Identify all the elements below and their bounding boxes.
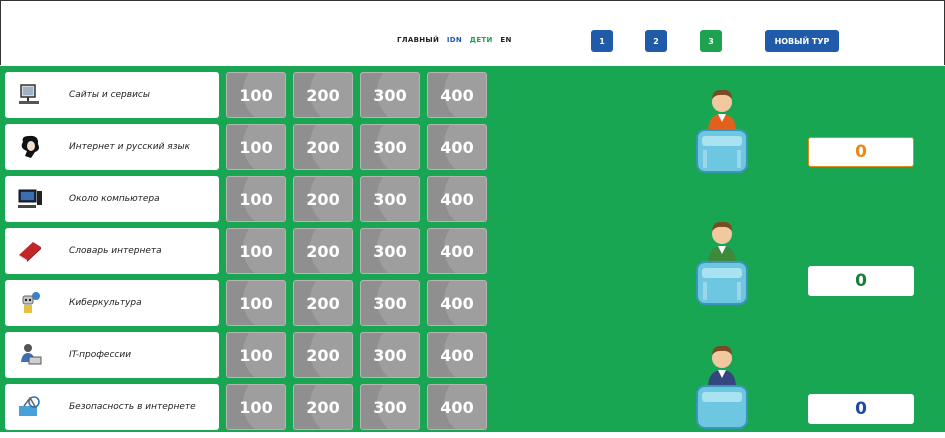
round-1-button[interactable]: 1	[591, 30, 613, 52]
tile-value: 100	[239, 189, 273, 209]
tile-value: 200	[306, 137, 340, 157]
question-tile[interactable]: 200	[293, 228, 353, 274]
tile-value: 200	[306, 241, 340, 261]
category-label: Безопасность в интернете	[69, 402, 196, 412]
tile-value: 200	[306, 85, 340, 105]
robot-icon	[15, 288, 45, 318]
question-tile[interactable]: 200	[293, 124, 353, 170]
nav-kids-link[interactable]: ДЕТИ	[470, 36, 493, 44]
tile-value: 300	[373, 137, 407, 157]
nav-idn-link[interactable]: IDN	[447, 36, 462, 44]
user-at-laptop-icon	[15, 340, 45, 370]
question-tile[interactable]: 400	[427, 72, 487, 118]
question-tile[interactable]: 400	[427, 228, 487, 274]
tile-value: 100	[239, 293, 273, 313]
question-tile[interactable]: 200	[293, 384, 353, 430]
question-tile[interactable]: 400	[427, 384, 487, 430]
question-tile[interactable]: 300	[360, 72, 420, 118]
question-tile[interactable]: 100	[226, 124, 286, 170]
tile-value: 200	[306, 293, 340, 313]
top-bar: ГЛАВНЫЙ IDN ДЕТИ EN 1 2 3 НОВЫЙ ТУР	[0, 0, 945, 66]
tile-value: 200	[306, 189, 340, 209]
question-tile[interactable]: 100	[226, 332, 286, 378]
question-tile[interactable]: 400	[427, 280, 487, 326]
category-row: Безопасность в интернете	[5, 384, 219, 430]
tile-value: 400	[440, 397, 474, 417]
question-tile[interactable]: 300	[360, 280, 420, 326]
red-book-icon	[15, 236, 45, 266]
question-tile[interactable]: 100	[226, 228, 286, 274]
question-tile[interactable]: 200	[293, 332, 353, 378]
category-row: Киберкультура	[5, 280, 219, 326]
question-tile[interactable]: 400	[427, 124, 487, 170]
player-2-avatar	[695, 218, 749, 310]
tile-value: 300	[373, 345, 407, 365]
question-tile[interactable]: 100	[226, 280, 286, 326]
question-tile[interactable]: 400	[427, 176, 487, 222]
category-row: Словарь интернета	[5, 228, 219, 274]
tile-value: 400	[440, 189, 474, 209]
nav-en-link[interactable]: EN	[500, 36, 511, 44]
question-tile[interactable]: 200	[293, 72, 353, 118]
language-nav: ГЛАВНЫЙ IDN ДЕТИ EN	[397, 36, 517, 44]
tile-value: 100	[239, 85, 273, 105]
category-label: Интернет и русский язык	[69, 142, 191, 152]
category-label: IT-профессии	[69, 350, 132, 360]
round-2-button[interactable]: 2	[645, 30, 667, 52]
tile-value: 300	[373, 85, 407, 105]
category-label: Сайты и сервисы	[69, 90, 150, 100]
question-tile[interactable]: 100	[226, 176, 286, 222]
player-3-score: 0	[808, 394, 914, 424]
question-tile[interactable]: 400	[427, 332, 487, 378]
tile-value: 400	[440, 137, 474, 157]
question-tile[interactable]: 100	[226, 384, 286, 430]
category-label: Киберкультура	[69, 298, 142, 308]
question-tile[interactable]: 300	[360, 384, 420, 430]
player-3-avatar	[695, 342, 749, 434]
category-row: IT-профессии	[5, 332, 219, 378]
tile-value: 200	[306, 397, 340, 417]
question-tile[interactable]: 200	[293, 176, 353, 222]
category-label: Словарь интернета	[69, 246, 162, 256]
tile-value: 400	[440, 85, 474, 105]
tile-value: 300	[373, 293, 407, 313]
tile-value: 100	[239, 397, 273, 417]
pushkin-portrait-icon	[15, 132, 45, 162]
tile-value: 300	[373, 241, 407, 261]
question-tile[interactable]: 300	[360, 228, 420, 274]
tile-value: 100	[239, 345, 273, 365]
question-tile[interactable]: 300	[360, 124, 420, 170]
player-1-avatar	[695, 86, 749, 178]
computer-monitor-icon	[15, 80, 45, 110]
category-row: Интернет и русский язык	[5, 124, 219, 170]
question-tile[interactable]: 300	[360, 332, 420, 378]
tile-value: 400	[440, 345, 474, 365]
question-tile[interactable]: 300	[360, 176, 420, 222]
tile-value: 400	[440, 293, 474, 313]
question-tile[interactable]: 200	[293, 280, 353, 326]
desktop-pc-icon	[15, 184, 45, 214]
question-tile[interactable]: 100	[226, 72, 286, 118]
tile-value: 300	[373, 189, 407, 209]
player-1-score: 0	[808, 137, 914, 167]
category-row: Около компьютера	[5, 176, 219, 222]
tile-value: 300	[373, 397, 407, 417]
tile-value: 400	[440, 241, 474, 261]
category-label: Около компьютера	[69, 194, 160, 204]
nav-main-link[interactable]: ГЛАВНЫЙ	[397, 36, 439, 44]
tile-value: 100	[239, 241, 273, 261]
round-3-button[interactable]: 3	[700, 30, 722, 52]
secure-globe-icon	[15, 392, 45, 422]
category-row: Сайты и сервисы	[5, 72, 219, 118]
tile-value: 200	[306, 345, 340, 365]
player-2-score: 0	[808, 266, 914, 296]
tile-value: 100	[239, 137, 273, 157]
new-tour-button[interactable]: НОВЫЙ ТУР	[765, 30, 839, 52]
